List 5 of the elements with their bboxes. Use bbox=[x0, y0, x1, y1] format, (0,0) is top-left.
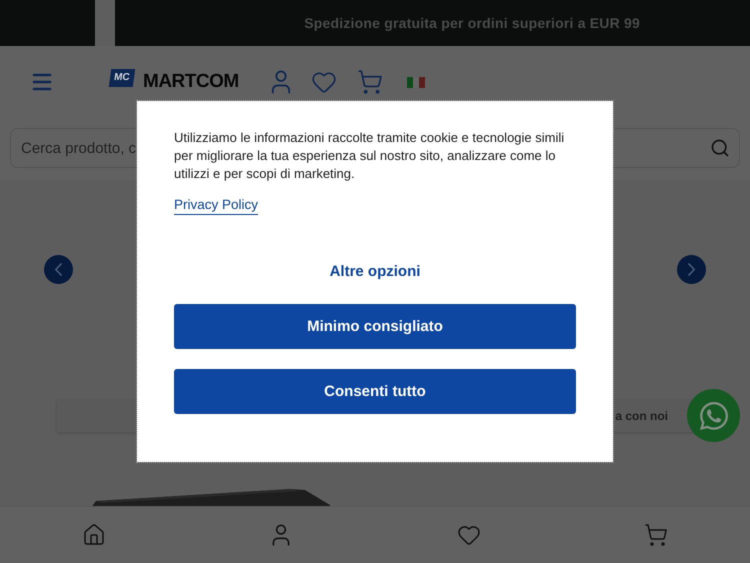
cookie-text: Utilizziamo le informazioni raccolte tramite cookie e tecnologie simili per migliorare la tua esperienza sul nostro sito, analizzare come lo utilizzi e per scopi di marketing. bbox=[174, 129, 566, 183]
shipping-message: Spedizione gratuita per ordini superiori a EUR 99 bbox=[304, 15, 640, 31]
contact-label: a con noi bbox=[615, 409, 668, 423]
logo-text: MARTCOM bbox=[143, 71, 239, 93]
logo-mark: MC bbox=[108, 69, 135, 87]
